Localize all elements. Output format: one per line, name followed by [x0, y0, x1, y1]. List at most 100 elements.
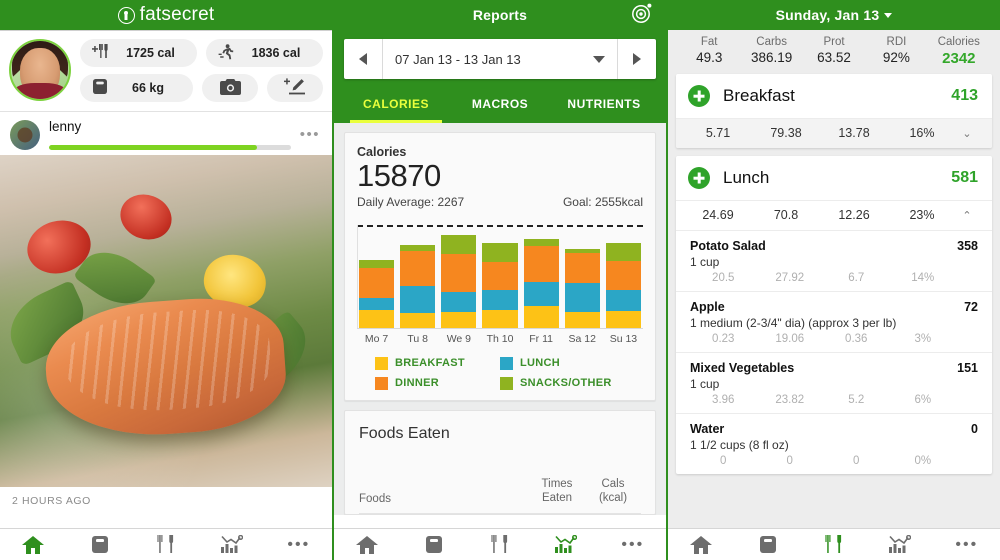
nav-home[interactable]: [668, 535, 734, 554]
food-item[interactable]: Water 0 1 1/2 cups (8 fl oz) 0 0 0 0%: [676, 413, 992, 474]
foods-eaten-card: Foods Eaten Foods Times Eaten Cals (kcal…: [344, 409, 656, 515]
chart-x-label: We 9: [446, 332, 472, 345]
chart-segment-snacks-other: [605, 243, 641, 262]
edit-entry-button[interactable]: [267, 74, 323, 102]
chart-segment-snacks-other: [400, 244, 436, 252]
tab-macros[interactable]: MACROS: [448, 85, 552, 123]
chart-segment-dinner: [441, 253, 477, 292]
chevron-down-icon[interactable]: ⌄: [956, 127, 978, 140]
chart-segment-breakfast: [400, 313, 436, 328]
prev-arrow-icon[interactable]: [344, 53, 382, 65]
food-carbs: 27.92: [775, 272, 805, 284]
nav-weight[interactable]: [734, 535, 800, 554]
diary-body: Fat 49.3 Carbs 386.19 Prot 63.52 RDI 92%…: [668, 30, 1000, 530]
chart-segment-lunch: [564, 282, 600, 312]
macro-prot: Prot 63.52: [803, 36, 865, 67]
food-item[interactable]: Potato Salad 358 1 cup 20.5 27.92 6.7 14…: [676, 230, 992, 291]
meal-fat: 5.71: [705, 126, 731, 140]
diary-date[interactable]: Sunday, Jan 13: [776, 7, 880, 23]
nav-home[interactable]: [0, 535, 66, 554]
chart-title: Calories: [357, 145, 407, 159]
chart-segment-lunch: [605, 289, 641, 311]
camera-button[interactable]: [202, 74, 258, 102]
nav-weight[interactable]: [66, 535, 132, 554]
meal-carbs: 70.8: [773, 208, 799, 222]
chevron-up-icon[interactable]: ⌃: [956, 209, 978, 222]
legend-swatch: [500, 376, 513, 390]
col-foods: Foods: [359, 493, 391, 506]
nav-home[interactable]: [334, 535, 400, 554]
food-item[interactable]: Apple 72 1 medium (2-3/4" dia) (approx 3…: [676, 291, 992, 352]
food-name: Apple: [690, 300, 725, 314]
chart-segment-lunch: [400, 286, 436, 314]
exercise-calories-pill[interactable]: 1836 cal: [206, 39, 323, 67]
nav-more[interactable]: •••: [934, 536, 1000, 553]
food-rdi: 14%: [911, 272, 935, 284]
legend-swatch: [375, 356, 388, 370]
legend-swatch: [375, 376, 388, 390]
meal-header[interactable]: Lunch 581: [676, 156, 992, 200]
chart-bar: [564, 249, 600, 328]
add-food-icon[interactable]: [688, 167, 710, 189]
nav-more[interactable]: •••: [600, 536, 666, 553]
panel-food-diary: Sunday, Jan 13 Fat 49.3 Carbs 386.19 Pro…: [668, 0, 1000, 560]
macro-summary-header: Fat 49.3 Carbs 386.19 Prot 63.52 RDI 92%…: [668, 30, 1000, 74]
add-food-icon[interactable]: [688, 85, 710, 107]
nav-more[interactable]: •••: [266, 536, 332, 553]
tab-nutrients[interactable]: NUTRIENTS: [552, 85, 656, 123]
nav-reports[interactable]: [533, 535, 599, 554]
tab-calories[interactable]: CALORIES: [344, 85, 448, 123]
food-calories-pill[interactable]: 1725 cal: [80, 39, 197, 67]
nav-reports[interactable]: [199, 535, 265, 554]
target-icon[interactable]: [631, 3, 652, 27]
weight-pill[interactable]: 66 kg: [80, 74, 193, 102]
chart-segment-breakfast: [359, 310, 395, 328]
feed-more-icon[interactable]: •••: [300, 126, 322, 143]
next-arrow-icon[interactable]: [618, 53, 656, 65]
profile-stats-row: 1725 cal 1836 cal 66 kg: [0, 30, 332, 111]
chart-segment-dinner: [605, 261, 641, 290]
feed-photo[interactable]: [0, 155, 332, 487]
fatsecret-logo: fatsecret: [117, 4, 215, 26]
nav-reports[interactable]: [867, 535, 933, 554]
meal-prot: 12.26: [838, 208, 870, 222]
chart-bar: [400, 244, 436, 328]
meal-breakfast[interactable]: Breakfast 413 5.71 79.38 13.78 16% ⌄: [676, 74, 992, 148]
chart-total: 15870: [357, 158, 441, 193]
food-prot: 0: [853, 455, 860, 467]
food-prot: 6.7: [848, 272, 865, 284]
feed-avatar[interactable]: [10, 119, 40, 150]
meal-macros[interactable]: 5.71 79.38 13.78 16% ⌄: [676, 118, 992, 148]
macro-fat: Fat 49.3: [678, 36, 740, 67]
macro-key: Fat: [700, 36, 718, 48]
avatar[interactable]: [9, 39, 71, 101]
meal-name: Lunch: [723, 168, 770, 187]
food-calories: 72: [964, 300, 978, 314]
chevron-down-icon[interactable]: [593, 55, 605, 63]
col-cals-line1: Cals: [601, 477, 625, 490]
avatar-shirt: [14, 83, 66, 99]
exercise-calories-value: 1836 cal: [251, 46, 301, 60]
legend-breakfast: BREAKFAST: [375, 356, 500, 370]
meal-lunch[interactable]: Lunch 581 24.69 70.8 12.26 23% ⌃ Potato …: [676, 156, 992, 474]
date-range-display[interactable]: 07 Jan 13 - 13 Jan 13: [382, 39, 618, 79]
meal-macros[interactable]: 24.69 70.8 12.26 23% ⌃: [676, 200, 992, 230]
chart-x-labels: Mo 7 Tu 8 We 9 Th 10 Fr 11 Sa 12 Su 13: [357, 333, 643, 345]
nav-food[interactable]: [467, 535, 533, 554]
macro-rdi: RDI 92%: [865, 36, 927, 67]
food-name: Mixed Vegetables: [690, 361, 795, 375]
chevron-down-icon[interactable]: [884, 12, 893, 18]
chart-segment-snacks-other: [441, 234, 477, 254]
food-name: Potato Salad: [690, 239, 766, 253]
food-rdi: 3%: [914, 333, 932, 345]
meal-calories: 413: [951, 87, 978, 104]
meal-prot: 13.78: [838, 126, 870, 140]
nav-food[interactable]: [801, 535, 867, 554]
meal-header[interactable]: Breakfast 413: [676, 74, 992, 118]
date-range-selector[interactable]: 07 Jan 13 - 13 Jan 13: [344, 39, 656, 79]
nav-weight[interactable]: [400, 535, 466, 554]
date-range-area: 07 Jan 13 - 13 Jan 13 CALORIES MACROS NU…: [334, 30, 666, 123]
nav-food[interactable]: [133, 535, 199, 554]
chart-bar: [605, 243, 641, 328]
food-item[interactable]: Mixed Vegetables 151 1 cup 3.96 23.82 5.…: [676, 352, 992, 413]
